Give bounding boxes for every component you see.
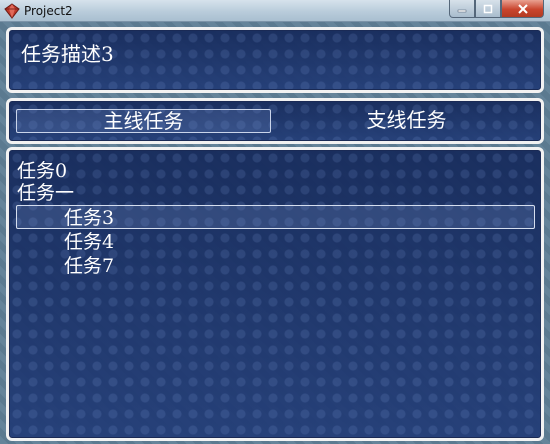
quest-category-window: 主线任务 支线任务: [6, 98, 544, 144]
quest-item-7[interactable]: 任务7: [64, 255, 114, 277]
window-controls: [449, 0, 544, 18]
window-title: Project2: [24, 4, 73, 18]
title-bar[interactable]: Project2: [0, 0, 550, 22]
ruby-gem-icon: [4, 3, 20, 19]
quest-list-window: 任务0 任务一 任务3 任务4 任务7: [6, 147, 544, 441]
quest-item-4[interactable]: 任务4: [64, 231, 114, 253]
close-button[interactable]: [501, 0, 544, 18]
quest-item-3[interactable]: 任务3: [64, 207, 114, 229]
tab-side-quests[interactable]: 支线任务: [279, 109, 534, 133]
quest-item-1[interactable]: 任务一: [17, 182, 74, 204]
minimize-icon: [457, 9, 467, 12]
maximize-button[interactable]: [475, 0, 501, 18]
minimize-button[interactable]: [449, 0, 475, 18]
game-screen: 任务描述3 主线任务 支线任务 任务0 任务一 任务3 任务4 任务7: [0, 22, 550, 444]
quest-item-0[interactable]: 任务0: [17, 160, 67, 182]
quest-description-text: 任务描述3: [21, 42, 114, 66]
maximize-icon: [483, 4, 493, 13]
tab-main-quests[interactable]: 主线任务: [16, 109, 271, 133]
close-icon: [517, 3, 528, 14]
quest-description-window: 任务描述3: [6, 27, 544, 93]
